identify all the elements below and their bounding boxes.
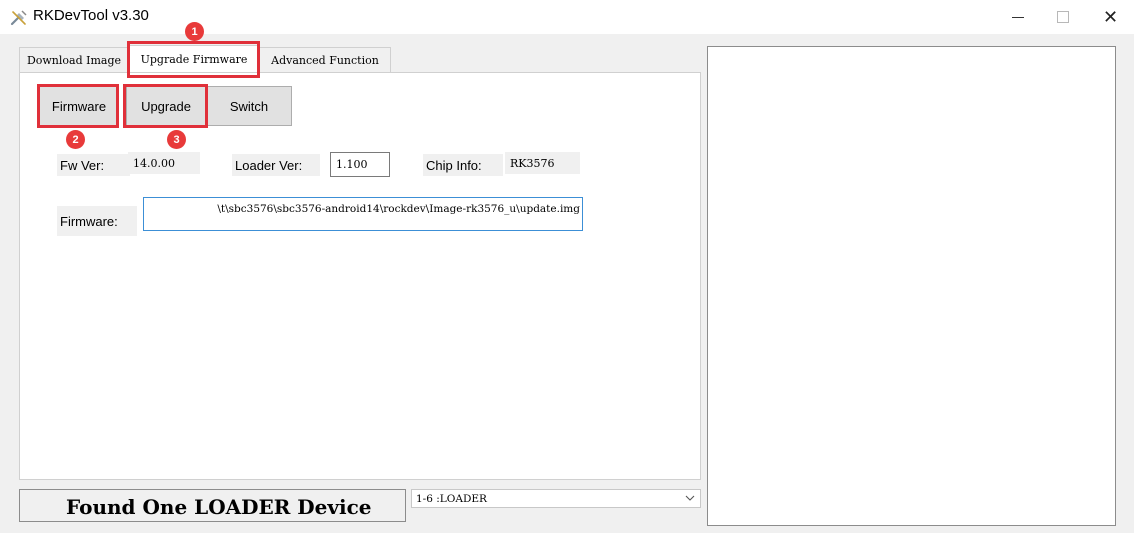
device-select-value: 1-6 :LOADER [416,492,487,505]
annotation-highlight-upgrade [123,84,208,128]
loader-ver-label: Loader Ver: [232,154,320,176]
maximize-icon [1056,11,1069,23]
step-badge-1: 1 [185,22,204,41]
annotation-highlight-tab [127,41,260,78]
chip-info-label: Chip Info: [423,154,503,176]
window-title: RKDevTool v3.30 [33,7,149,24]
step-badge-2: 2 [66,130,85,149]
tab-download-image[interactable]: Download Image [19,47,129,72]
minimize-button[interactable] [995,0,1040,34]
device-status-text: Found One LOADER Device [66,495,372,519]
device-select[interactable]: 1-6 :LOADER [411,489,701,508]
tab-advanced-function[interactable]: Advanced Function [259,47,391,72]
title-bar: RKDevTool v3.30 ✕ [0,0,1134,34]
firmware-path-field[interactable]: \t\sbc3576\sbc3576-android14\rockdev\Ima… [143,197,583,231]
chevron-down-icon[interactable] [685,493,695,503]
fw-ver-label: Fw Ver: [57,154,130,176]
step-badge-3: 3 [167,130,186,149]
log-output-panel[interactable] [707,46,1116,526]
upgrade-firmware-panel [19,72,701,480]
fw-ver-value: 14.0.00 [128,152,200,174]
device-status-bar: Found One LOADER Device [19,489,406,522]
maximize-button[interactable] [1040,0,1085,34]
rk-tool-icon [10,10,27,26]
close-button[interactable]: ✕ [1088,0,1133,34]
firmware-path-label: Firmware: [57,206,137,236]
annotation-highlight-firmware [37,84,119,128]
chip-info-value: RK3576 [505,152,580,174]
app-window: RKDevTool v3.30 ✕ Download Image Upgrade… [0,0,1134,533]
close-icon: ✕ [1102,6,1119,27]
minimize-icon [1011,16,1024,18]
firmware-path-text: \t\sbc3576\sbc3576-android14\rockdev\Ima… [217,203,580,215]
switch-button[interactable]: Switch [206,86,292,126]
loader-ver-value: 1.100 [330,152,390,177]
